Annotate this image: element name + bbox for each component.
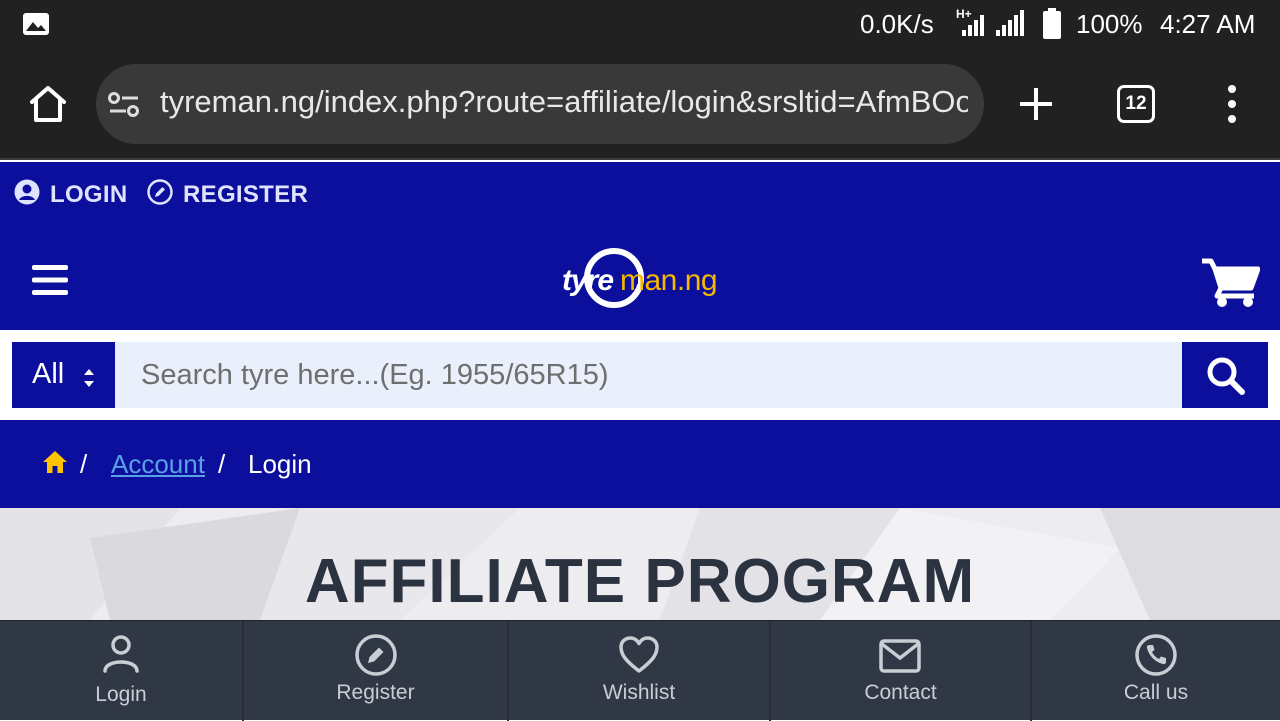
- battery-level: 100%: [1076, 9, 1143, 39]
- register-link-label: REGISTER: [183, 181, 309, 208]
- home-breadcrumb-icon[interactable]: [42, 450, 68, 474]
- logo-text-tyre: tyre: [562, 264, 614, 297]
- tab-switcher-button[interactable]: 12: [1117, 85, 1155, 123]
- battery-icon: [1042, 8, 1062, 40]
- bottom-nav-register-label: Register: [336, 681, 415, 704]
- address-bar[interactable]: tyreman.ng/index.php?route=affiliate/log…: [96, 64, 984, 144]
- site-settings-icon[interactable]: [108, 90, 142, 120]
- login-link-label: LOGIN: [50, 181, 128, 208]
- heart-icon: [619, 636, 659, 673]
- signal-icon: H+: [956, 6, 1031, 40]
- phone-icon: [1135, 634, 1177, 676]
- bottom-nav-contact-label: Contact: [864, 681, 937, 704]
- bottom-nav-wishlist[interactable]: Wishlist: [509, 621, 769, 721]
- search-input[interactable]: [115, 342, 1182, 408]
- login-link[interactable]: LOGIN: [14, 179, 128, 212]
- bottom-navigation: Login Register Wishlist Contact Call us: [0, 620, 1280, 721]
- bottom-nav-contact[interactable]: Contact: [771, 621, 1030, 721]
- user-circle-icon: [14, 179, 40, 212]
- home-icon[interactable]: [26, 82, 70, 126]
- pencil-icon: [355, 634, 397, 676]
- search-button[interactable]: [1182, 342, 1268, 408]
- clock: 4:27 AM: [1160, 9, 1256, 39]
- register-link[interactable]: REGISTER: [147, 178, 309, 212]
- browser-toolbar: tyreman.ng/index.php?route=affiliate/log…: [0, 50, 1280, 160]
- breadcrumb-separator: /: [218, 449, 226, 479]
- bottom-nav-login[interactable]: Login: [0, 621, 242, 721]
- pencil-circle-icon: [147, 178, 173, 212]
- breadcrumb-current: Login: [248, 449, 312, 479]
- hamburger-menu-icon[interactable]: [32, 264, 68, 296]
- page-hero: AFFILIATE PROGRAM: [0, 508, 1280, 620]
- site-logo[interactable]: tyre man.ng: [560, 246, 725, 312]
- breadcrumb-separator: /: [80, 449, 88, 479]
- site-header: LOGIN REGISTER tyre man.ng: [0, 162, 1280, 330]
- new-tab-icon[interactable]: [1016, 84, 1056, 124]
- bottom-nav-call-label: Call us: [1123, 681, 1189, 704]
- search-category-select[interactable]: All: [12, 342, 115, 408]
- url-text[interactable]: tyreman.ng/index.php?route=affiliate/log…: [160, 84, 968, 120]
- user-icon: [103, 635, 139, 673]
- breadcrumb: / Account / Login: [0, 420, 1280, 508]
- more-menu-icon[interactable]: [1224, 84, 1240, 124]
- svg-text:H+: H+: [956, 7, 972, 21]
- status-bar: 0.0K/s H+ 100% 4:27 AM: [0, 0, 1280, 50]
- search-bar: All: [0, 330, 1280, 420]
- tab-count: 12: [1125, 93, 1147, 114]
- network-speed: 0.0K/s: [860, 9, 934, 39]
- page-title: AFFILIATE PROGRAM: [304, 547, 976, 616]
- gallery-icon: [22, 12, 50, 36]
- cart-icon[interactable]: [1200, 256, 1261, 308]
- bottom-nav-wishlist-label: Wishlist: [602, 681, 676, 704]
- breadcrumb-account-link[interactable]: Account: [111, 449, 205, 480]
- envelope-icon: [879, 639, 921, 673]
- search-category-value: All: [32, 358, 65, 390]
- bottom-nav-call[interactable]: Call us: [1032, 621, 1280, 721]
- logo-text-man: man.ng: [620, 264, 718, 297]
- select-arrows-icon: [82, 364, 96, 387]
- bottom-nav-login-label: Login: [95, 683, 147, 706]
- search-icon: [1206, 356, 1246, 396]
- bottom-nav-register[interactable]: Register: [244, 621, 507, 721]
